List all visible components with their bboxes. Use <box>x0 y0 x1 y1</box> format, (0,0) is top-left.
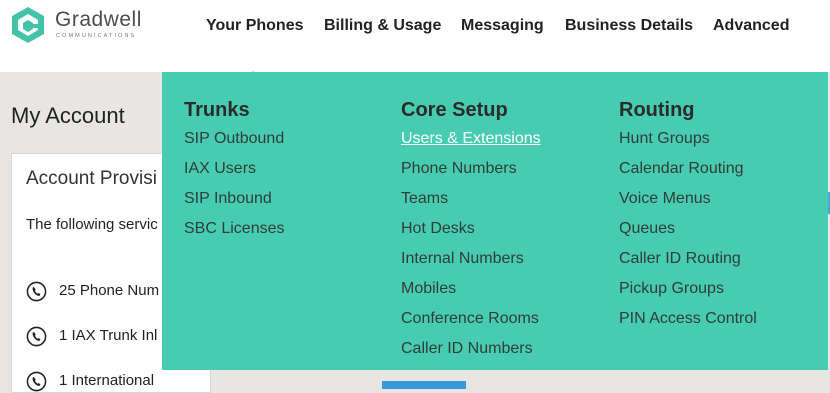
menu-caret <box>243 71 263 81</box>
nav-billing-usage[interactable]: Billing & Usage <box>324 17 441 35</box>
menu-link-sip-inbound[interactable]: SIP Inbound <box>184 184 285 214</box>
menu-link-pin-access-control[interactable]: PIN Access Control <box>619 304 757 334</box>
partial-button[interactable] <box>382 381 466 389</box>
card-text: The following servic <box>26 216 158 233</box>
phone-icon <box>26 326 47 347</box>
menu-link-hot-desks[interactable]: Hot Desks <box>401 214 541 244</box>
nav-your-phones[interactable]: Your Phones <box>206 17 304 35</box>
menu-link-caller-id-routing[interactable]: Caller ID Routing <box>619 244 757 274</box>
menu-link-mobiles[interactable]: Mobiles <box>401 274 541 304</box>
service-label: 1 International <box>59 372 155 389</box>
menu-link-calendar-routing[interactable]: Calendar Routing <box>619 154 757 184</box>
menu-link-pickup-groups[interactable]: Pickup Groups <box>619 274 757 304</box>
nav-business-details[interactable]: Business Details <box>565 17 693 35</box>
menu-link-sip-outbound[interactable]: SIP Outbound <box>184 124 285 154</box>
menu-link-caller-id-numbers[interactable]: Caller ID Numbers <box>401 334 541 364</box>
gradwell-logo[interactable]: Gradwell COMMUNICATIONS <box>10 6 160 46</box>
logo-subtitle: COMMUNICATIONS <box>56 33 137 39</box>
service-label: 1 IAX Trunk Inl <box>59 327 158 344</box>
menu-column-routing: Routing Hunt Groups Calendar Routing Voi… <box>619 99 757 334</box>
phone-icon <box>26 281 47 302</box>
advanced-mega-menu: Trunks SIP Outbound IAX Users SIP Inboun… <box>162 72 828 370</box>
menu-link-voice-menus[interactable]: Voice Menus <box>619 184 757 214</box>
menu-heading-routing: Routing <box>619 99 695 121</box>
phone-icon <box>26 371 47 392</box>
menu-link-conference-rooms[interactable]: Conference Rooms <box>401 304 541 334</box>
menu-link-internal-numbers[interactable]: Internal Numbers <box>401 244 541 274</box>
top-header: Gradwell COMMUNICATIONS Your Phones Bill… <box>0 0 830 72</box>
nav-advanced[interactable]: Advanced <box>713 17 789 35</box>
menu-link-queues[interactable]: Queues <box>619 214 757 244</box>
menu-column-core-setup: Core Setup Users & Extensions Phone Numb… <box>401 99 541 364</box>
logo-name: Gradwell <box>55 8 142 31</box>
service-label: 25 Phone Num <box>59 282 160 299</box>
card-title: Account Provisi <box>26 168 157 189</box>
menu-link-teams[interactable]: Teams <box>401 184 541 214</box>
menu-link-hunt-groups[interactable]: Hunt Groups <box>619 124 757 154</box>
menu-heading-core-setup: Core Setup <box>401 99 508 121</box>
menu-link-sbc-licenses[interactable]: SBC Licenses <box>184 214 285 244</box>
menu-column-trunks: Trunks SIP Outbound IAX Users SIP Inboun… <box>184 99 285 244</box>
page-title: My Account <box>11 103 125 128</box>
menu-link-iax-users[interactable]: IAX Users <box>184 154 285 184</box>
gradwell-hexagon-icon <box>12 7 44 43</box>
menu-link-users-extensions[interactable]: Users & Extensions <box>401 124 541 154</box>
menu-link-phone-numbers[interactable]: Phone Numbers <box>401 154 541 184</box>
menu-heading-trunks: Trunks <box>184 99 250 121</box>
nav-messaging[interactable]: Messaging <box>461 17 544 35</box>
